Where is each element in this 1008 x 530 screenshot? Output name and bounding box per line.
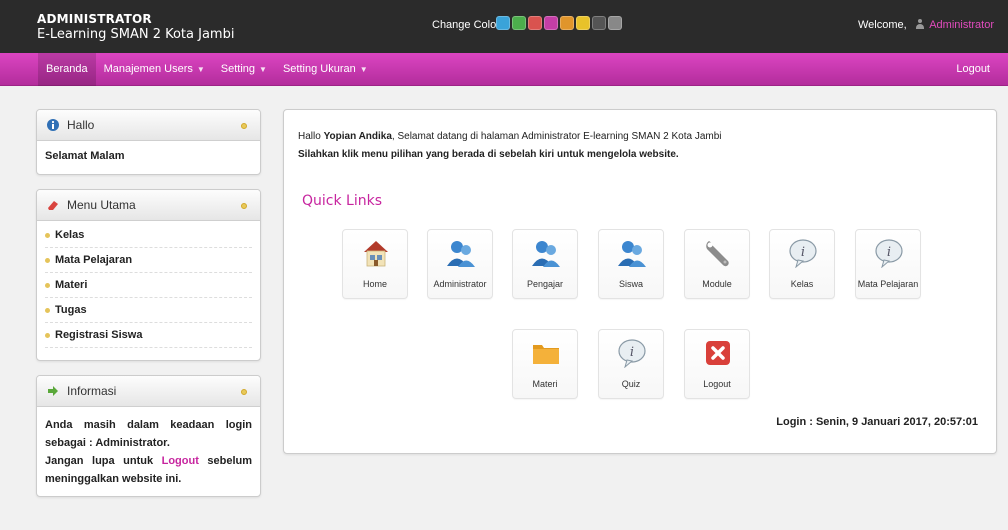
color-swatch-purple[interactable] — [544, 16, 558, 30]
quick-link-mata-pelajaran[interactable]: i Mata Pelajaran — [855, 229, 921, 299]
panel-header: Informasi — [37, 376, 260, 407]
users-icon — [447, 241, 475, 267]
reminder-text: Jangan lupa untuk — [45, 455, 154, 467]
tile-label: Logout — [703, 379, 731, 389]
tile-label: Kelas — [790, 279, 814, 289]
nav-menu: Beranda Manajemen Users ▼ Setting ▼ Settin… — [38, 53, 376, 86]
menu-item-materi[interactable]: Materi — [45, 273, 252, 298]
chevron-down-icon: ▼ — [359, 65, 368, 74]
chevron-down-icon: ▼ — [259, 65, 267, 74]
informasi-panel: Informasi Anda masih dalam keadaan login… — [36, 375, 261, 497]
main-menu-list: Kelas Mata Pelajaran Materi Tugas Regist… — [37, 221, 260, 348]
nav-item-beranda[interactable]: Beranda — [38, 53, 96, 86]
top-header: ADMINISTRATOR E-Learning SMAN 2 Kota Jam… — [0, 0, 1008, 53]
quick-link-kelas[interactable]: i Kelas — [769, 229, 835, 299]
svg-text:i: i — [887, 245, 891, 260]
wrench-icon — [706, 241, 729, 267]
panel-header: Menu Utama — [37, 190, 260, 221]
tile-label: Materi — [532, 379, 558, 389]
nav-item-setting-ukuran[interactable]: Setting Ukuran ▼ — [275, 53, 376, 86]
chevron-down-icon: ▼ — [196, 65, 205, 74]
quick-link-administrator[interactable]: Administrator — [427, 229, 493, 299]
user-icon — [915, 19, 924, 29]
nav-label: Manajemen Users — [103, 63, 193, 75]
greeting-text: Selamat Malam — [45, 150, 125, 162]
quick-link-module[interactable]: Module — [684, 229, 750, 299]
nav-item-manajemen-users[interactable]: Manajemen Users ▼ — [96, 53, 213, 86]
tile-label: Quiz — [621, 379, 641, 389]
tile-label: Module — [702, 279, 732, 289]
info-bubble-icon: i — [875, 239, 903, 268]
tile-label: Siswa — [618, 279, 643, 289]
home-icon — [364, 241, 388, 267]
logout-link[interactable]: Logout — [956, 53, 990, 86]
svg-text:i: i — [801, 245, 805, 260]
tile-label: Administrator — [433, 279, 487, 289]
collapse-dot-icon[interactable] — [241, 123, 247, 129]
welcome-message: Hallo Yopian Andika, Selamat datang di h… — [298, 131, 722, 142]
panel-title: Informasi — [67, 384, 117, 398]
info-bubble-icon: i — [789, 239, 817, 268]
tile-label: Pengajar — [526, 279, 564, 289]
main-content-panel: Hallo Yopian Andika, Selamat datang di h… — [283, 109, 997, 454]
menu-item-tugas[interactable]: Tugas — [45, 298, 252, 323]
color-swatch-blue[interactable] — [496, 16, 510, 30]
folder-icon — [533, 345, 559, 364]
info-bubble-icon: i — [618, 339, 646, 368]
menu-item-mata-pelajaran[interactable]: Mata Pelajaran — [45, 248, 252, 273]
info-logout-link[interactable]: Logout — [162, 455, 199, 467]
color-swatches — [496, 16, 622, 30]
color-swatch-orange[interactable] — [560, 16, 574, 30]
panel-header: Hallo — [37, 110, 260, 141]
eraser-icon — [48, 201, 58, 210]
close-red-icon — [706, 341, 730, 365]
brand: ADMINISTRATOR E-Learning SMAN 2 Kota Jam… — [37, 11, 234, 43]
hallo-panel: Hallo Selamat Malam — [36, 109, 261, 175]
svg-text:i: i — [630, 345, 634, 360]
main-navbar: Beranda Manajemen Users ▼ Setting ▼ Settin… — [0, 53, 1008, 86]
nav-label: Beranda — [46, 63, 88, 75]
panel-title: Menu Utama — [67, 198, 136, 212]
info-text: Anda masih dalam keadaan login sebagai :… — [37, 407, 260, 496]
nav-label: Setting Ukuran — [282, 63, 356, 75]
welcome-area: Welcome, Administrator — [858, 19, 994, 31]
color-swatch-red[interactable] — [528, 16, 542, 30]
quick-link-siswa[interactable]: Siswa — [598, 229, 664, 299]
brand-role: ADMINISTRATOR — [37, 12, 152, 26]
color-swatch-green[interactable] — [512, 16, 526, 30]
quick-link-materi[interactable]: Materi — [512, 329, 578, 399]
collapse-dot-icon[interactable] — [241, 389, 247, 395]
username-link[interactable]: Administrator — [929, 19, 994, 31]
color-swatch-gray[interactable] — [608, 16, 622, 30]
users-icon — [618, 241, 646, 267]
welcome-label: Welcome, — [857, 19, 907, 31]
color-swatch-yellow[interactable] — [576, 16, 590, 30]
brand-site-name: E-Learning SMAN 2 Kota Jambi — [37, 27, 235, 42]
collapse-dot-icon[interactable] — [241, 203, 247, 209]
color-swatch-dark[interactable] — [592, 16, 606, 30]
quick-link-quiz[interactable]: i Quiz — [598, 329, 664, 399]
tile-label: Home — [362, 279, 387, 289]
quick-links-title: Quick Links — [302, 193, 383, 209]
greet-suffix: , Selamat datang di halaman Administrato… — [391, 131, 722, 142]
nav-label: Setting — [220, 63, 256, 75]
change-color-label: Change Color — [432, 19, 500, 31]
quick-link-home[interactable]: Home — [342, 229, 408, 299]
quick-link-pengajar[interactable]: Pengajar — [512, 229, 578, 299]
quick-link-logout[interactable]: Logout — [684, 329, 750, 399]
nav-item-setting[interactable]: Setting ▼ — [213, 53, 275, 86]
menu-item-registrasi-siswa[interactable]: Registrasi Siswa — [45, 323, 252, 348]
menu-utama-panel: Menu Utama Kelas Mata Pelajaran Materi T… — [36, 189, 261, 361]
login-timestamp: Login : Senin, 9 Januari 2017, 20:57:01 — [776, 416, 978, 428]
panel-title: Hallo — [67, 118, 95, 132]
users-icon — [532, 241, 560, 267]
tile-label: Mata Pelajaran — [857, 279, 919, 289]
info-icon — [47, 119, 59, 131]
instruction-text: Silahkan klik menu pilihan yang berada d… — [298, 149, 679, 160]
greet-user-name: Yopian Andika — [323, 131, 392, 142]
menu-item-kelas[interactable]: Kelas — [45, 223, 252, 248]
login-status-text: Anda masih dalam keadaan login sebagai :… — [45, 419, 252, 449]
greet-prefix: Hallo — [298, 131, 321, 142]
arrow-right-icon — [48, 386, 58, 396]
